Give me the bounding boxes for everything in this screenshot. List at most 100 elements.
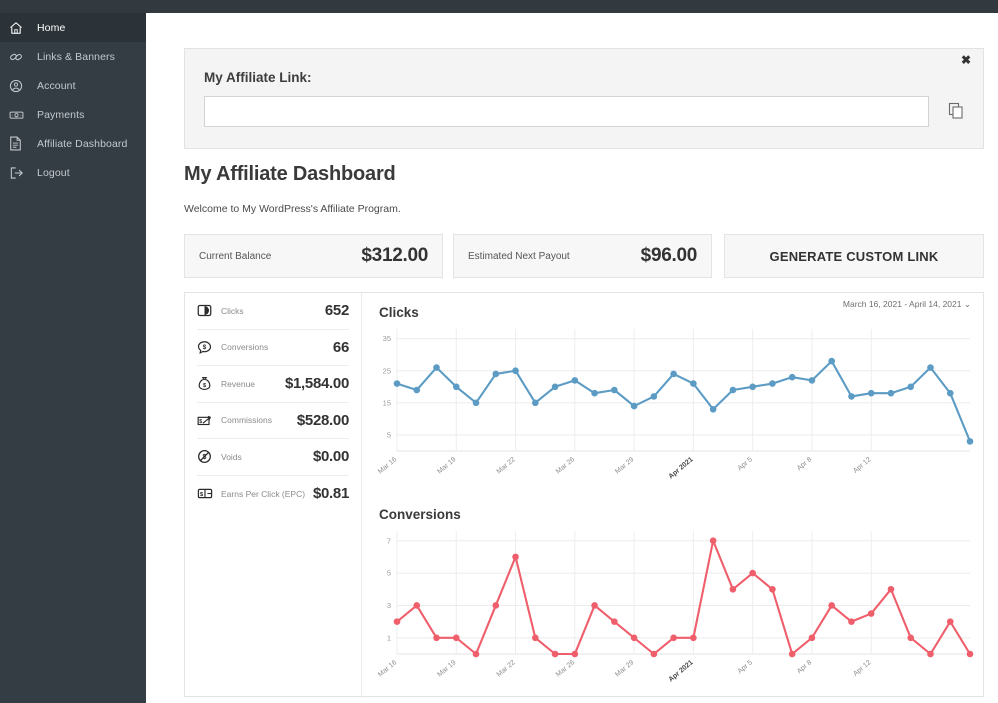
clicks-icon: [197, 303, 218, 318]
sidebar-item-label: Logout: [37, 167, 70, 179]
conversions-chart-block: Conversions 1 3 5 7 Mar 16 Mar 19 Mar 22 Mar 26…: [363, 495, 984, 698]
svg-text:3: 3: [387, 601, 391, 610]
stat-value: $528.00: [297, 412, 349, 429]
stat-label: Clicks: [218, 306, 325, 316]
current-balance-label: Current Balance: [199, 251, 271, 262]
estimated-next-payout-label: Estimated Next Payout: [468, 251, 570, 262]
stat-value: $0.00: [313, 448, 349, 465]
svg-text:Apr 8: Apr 8: [796, 659, 813, 675]
affiliate-link-input[interactable]: [204, 96, 929, 127]
revenue-icon: $: [197, 376, 218, 391]
estimated-next-payout-value: $96.00: [641, 245, 697, 267]
stat-label: Earns Per Click (EPC): [218, 489, 313, 499]
document-icon: [9, 136, 29, 152]
svg-text:7: 7: [387, 536, 391, 545]
voids-icon: $: [197, 449, 218, 464]
stat-label: Revenue: [218, 379, 285, 389]
svg-text:Mar 26: Mar 26: [555, 456, 576, 475]
stat-value: 66: [333, 339, 349, 356]
sidebar-nav: Home Links & Banners Account Payments Affili…: [0, 13, 146, 703]
stats-and-charts-panel: Clicks652$Conversions66$Revenue$1,584.00…: [184, 292, 984, 697]
svg-text:Mar 26: Mar 26: [555, 659, 576, 678]
svg-text:5: 5: [387, 431, 391, 440]
svg-text:Apr 5: Apr 5: [737, 659, 754, 675]
svg-text:Apr 2021: Apr 2021: [668, 456, 695, 480]
affiliate-link-title: My Affiliate Link:: [204, 70, 312, 85]
stat-value: 652: [325, 302, 349, 319]
link-chain-icon: [9, 49, 29, 65]
conversions-line-chart: 1 3 5 7 Mar 16 Mar 19 Mar 22 Mar 26 Mar 29 Apr 20…: [363, 523, 984, 698]
svg-text:25: 25: [383, 366, 391, 375]
sidebar-item-home[interactable]: Home: [0, 13, 146, 42]
commissions-icon: $: [197, 413, 218, 428]
home-icon: [9, 20, 29, 36]
svg-text:Mar 16: Mar 16: [377, 456, 398, 475]
stat-row: $Voids$0.00: [197, 439, 349, 476]
svg-text:Mar 29: Mar 29: [614, 659, 635, 678]
summary-cards: Current Balance $312.00 Estimated Next P…: [184, 234, 984, 278]
svg-text:Mar 19: Mar 19: [436, 659, 457, 678]
top-bar: [0, 0, 998, 13]
svg-text:$: $: [199, 419, 202, 425]
banknote-icon: [9, 107, 29, 123]
charts-area: Clicks March 16, 2021 - April 14, 2021 ⌄…: [363, 293, 984, 698]
close-icon[interactable]: ✖: [958, 52, 974, 68]
page-title: My Affiliate Dashboard: [184, 163, 396, 186]
sidebar-item-payments[interactable]: Payments: [0, 100, 146, 129]
current-balance-card: Current Balance $312.00: [184, 234, 443, 278]
svg-text:Apr 12: Apr 12: [852, 659, 872, 678]
generate-custom-link-label: GENERATE CUSTOM LINK: [770, 249, 939, 264]
conversions-chart-title: Conversions: [379, 507, 461, 522]
svg-text:$: $: [203, 344, 207, 351]
stat-row: $ Commissions$528.00: [197, 403, 349, 440]
stat-row: $Earns Per Click (EPC)$0.81: [197, 476, 349, 513]
svg-text:Apr 12: Apr 12: [852, 456, 872, 475]
chevron-down-icon: ⌄: [964, 299, 971, 309]
svg-text:Apr 5: Apr 5: [737, 456, 754, 472]
stat-row: $Revenue$1,584.00: [197, 366, 349, 403]
svg-text:Mar 19: Mar 19: [436, 456, 457, 475]
estimated-next-payout-card: Estimated Next Payout $96.00: [453, 234, 712, 278]
svg-text:35: 35: [383, 334, 391, 343]
stat-label: Commissions: [218, 415, 297, 425]
affiliate-link-panel: ✖ My Affiliate Link:: [184, 48, 984, 149]
welcome-text: Welcome to My WordPress's Affiliate Prog…: [184, 203, 401, 215]
epc-icon: $: [197, 486, 218, 501]
sidebar-item-label: Home: [37, 22, 65, 34]
sidebar-item-logout[interactable]: Logout: [0, 158, 146, 187]
stat-row: $ Conversions66: [197, 330, 349, 367]
stat-row: Clicks652: [197, 293, 349, 330]
svg-text:Mar 16: Mar 16: [377, 659, 398, 678]
svg-text:15: 15: [383, 398, 391, 407]
sidebar-item-affiliate-dashboard[interactable]: Affiliate Dashboard: [0, 129, 146, 158]
sidebar-item-label: Account: [37, 80, 76, 92]
stat-value: $0.81: [313, 485, 349, 502]
svg-text:Mar 22: Mar 22: [496, 456, 517, 475]
sidebar-item-label: Affiliate Dashboard: [37, 138, 127, 150]
affiliate-dashboard-page: Home Links & Banners Account Payments Affili…: [0, 0, 998, 703]
stat-value: $1,584.00: [285, 375, 349, 392]
user-circle-icon: [9, 78, 29, 94]
svg-text:Mar 22: Mar 22: [496, 659, 517, 678]
generate-custom-link-button[interactable]: GENERATE CUSTOM LINK: [724, 234, 984, 278]
clicks-chart-title: Clicks: [379, 305, 419, 320]
sidebar-item-links-banners[interactable]: Links & Banners: [0, 42, 146, 71]
stats-list: Clicks652$Conversions66$Revenue$1,584.00…: [185, 293, 362, 698]
svg-text:Apr 8: Apr 8: [796, 456, 813, 472]
clicks-line-chart: 5 15 25 35 Mar 16 Mar 19 Mar 22 Mar 26 Mar 29 Apr…: [363, 321, 984, 495]
svg-text:5: 5: [387, 569, 391, 578]
logout-icon: [9, 165, 29, 181]
svg-text:Mar 29: Mar 29: [614, 456, 635, 475]
date-range-selector[interactable]: March 16, 2021 - April 14, 2021 ⌄: [843, 299, 971, 310]
date-range-label: March 16, 2021 - April 14, 2021: [843, 299, 962, 309]
svg-text:1: 1: [387, 633, 391, 642]
current-balance-value: $312.00: [361, 245, 428, 267]
main-content: ✖ My Affiliate Link: My Affiliate Dashbo…: [146, 13, 998, 703]
svg-text:Apr 2021: Apr 2021: [668, 659, 695, 683]
stat-label: Conversions: [218, 342, 333, 352]
sidebar-item-account[interactable]: Account: [0, 71, 146, 100]
copy-icon[interactable]: [942, 97, 970, 125]
clicks-chart-block: Clicks March 16, 2021 - April 14, 2021 ⌄…: [363, 293, 984, 495]
stat-label: Voids: [218, 452, 313, 462]
sidebar-item-label: Payments: [37, 109, 85, 121]
